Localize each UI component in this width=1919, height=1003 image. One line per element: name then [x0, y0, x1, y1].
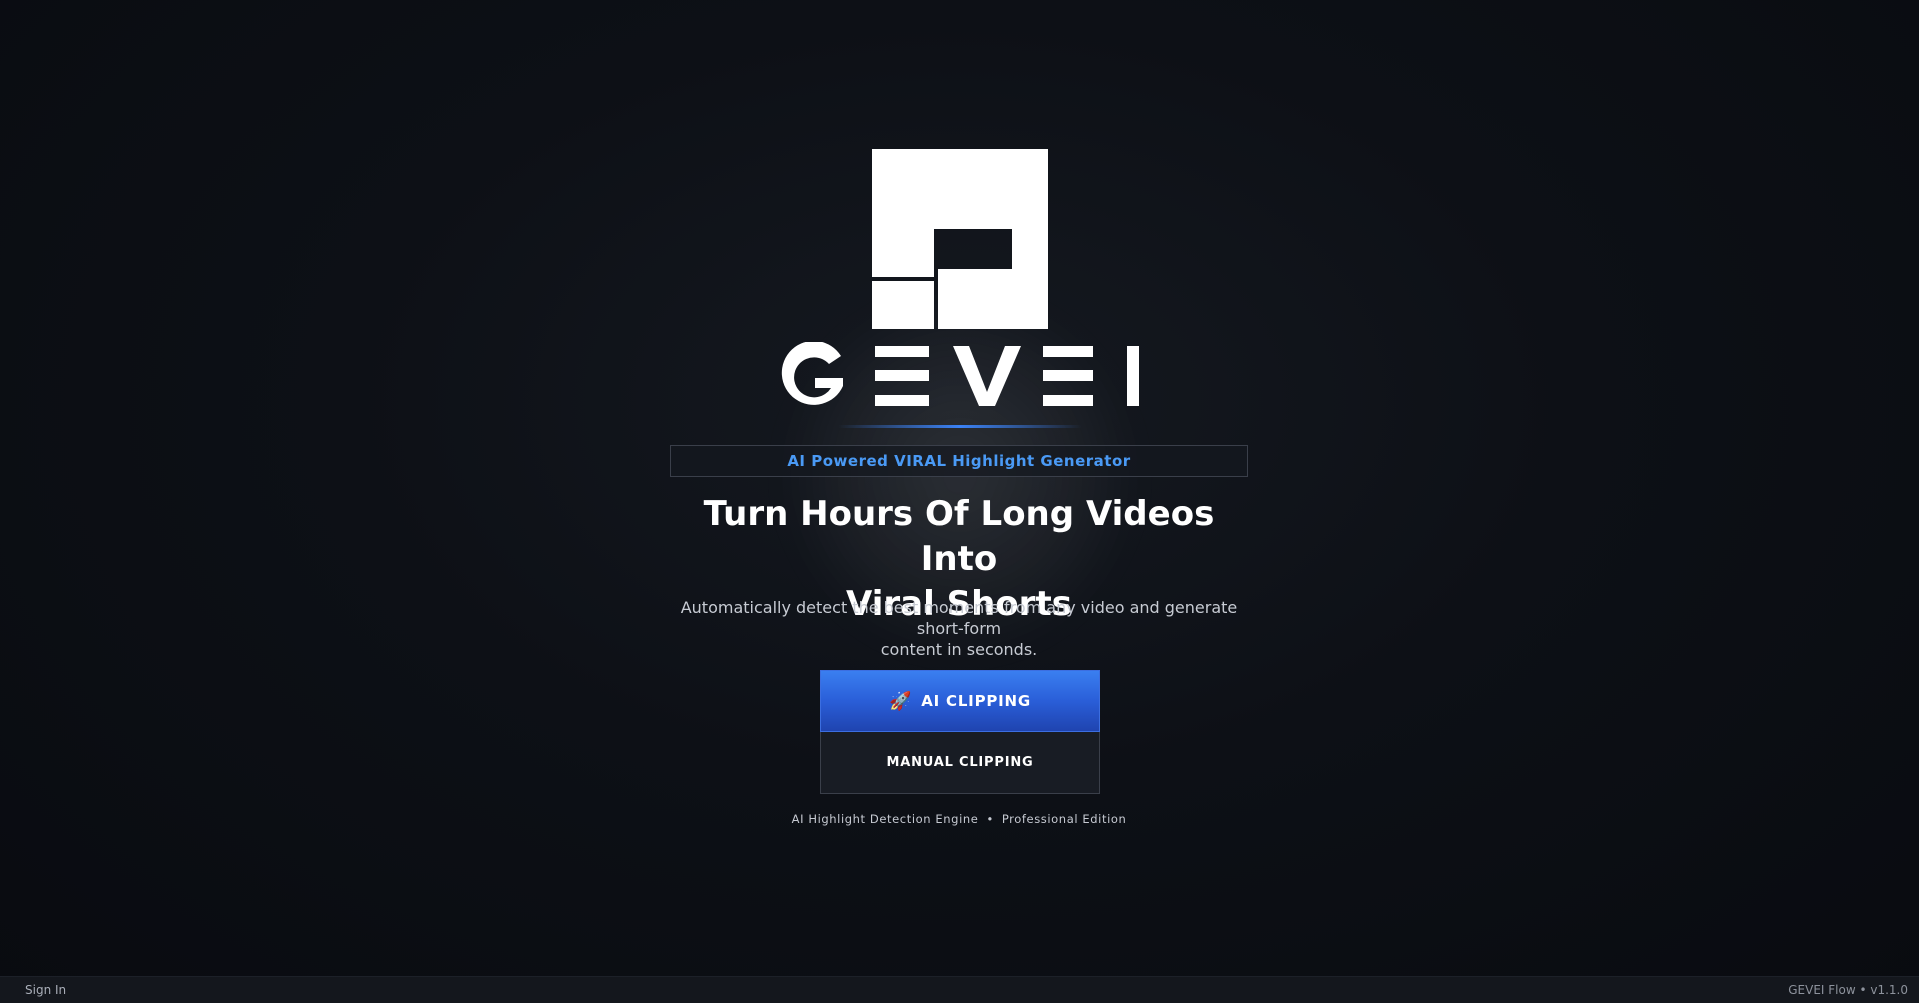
page-subtext: Automatically detect the best moments fr…	[670, 597, 1248, 660]
subtext-line-1: Automatically detect the best moments fr…	[680, 598, 1238, 638]
footer-bar: Sign In GEVEI Flow • v1.1.0	[0, 976, 1919, 1003]
engine-edition-line: AI Highlight Detection Engine • Profession…	[670, 812, 1248, 826]
ai-clipping-label: AI CLIPPING	[921, 692, 1031, 710]
subtext-line-2: content in seconds.	[880, 640, 1038, 659]
manual-clipping-label: MANUAL CLIPPING	[886, 755, 1034, 770]
ai-clipping-button[interactable]: 🚀 AI CLIPPING	[820, 670, 1100, 732]
logo-accent-underline	[838, 425, 1082, 428]
geometric-g-logo-icon	[872, 149, 1048, 329]
landing-page: AI Powered VIRAL Highlight Generator Tur…	[0, 0, 1919, 1003]
manual-clipping-button[interactable]: MANUAL CLIPPING	[820, 732, 1100, 794]
headline-line-1: Turn Hours Of Long Videos Into	[703, 494, 1215, 579]
tagline-text: AI Powered VIRAL Highlight Generator	[787, 452, 1131, 470]
engine-separator: •	[986, 812, 994, 826]
tagline-badge: AI Powered VIRAL Highlight Generator	[670, 445, 1248, 477]
rocket-icon: 🚀	[888, 690, 913, 712]
edition-name: Professional Edition	[1001, 812, 1127, 826]
engine-name: AI Highlight Detection Engine	[791, 812, 979, 826]
sign-in-link[interactable]: Sign In	[25, 983, 66, 997]
version-label: GEVEI Flow • v1.1.0	[1788, 983, 1908, 997]
gevei-wordmark	[781, 342, 1139, 406]
